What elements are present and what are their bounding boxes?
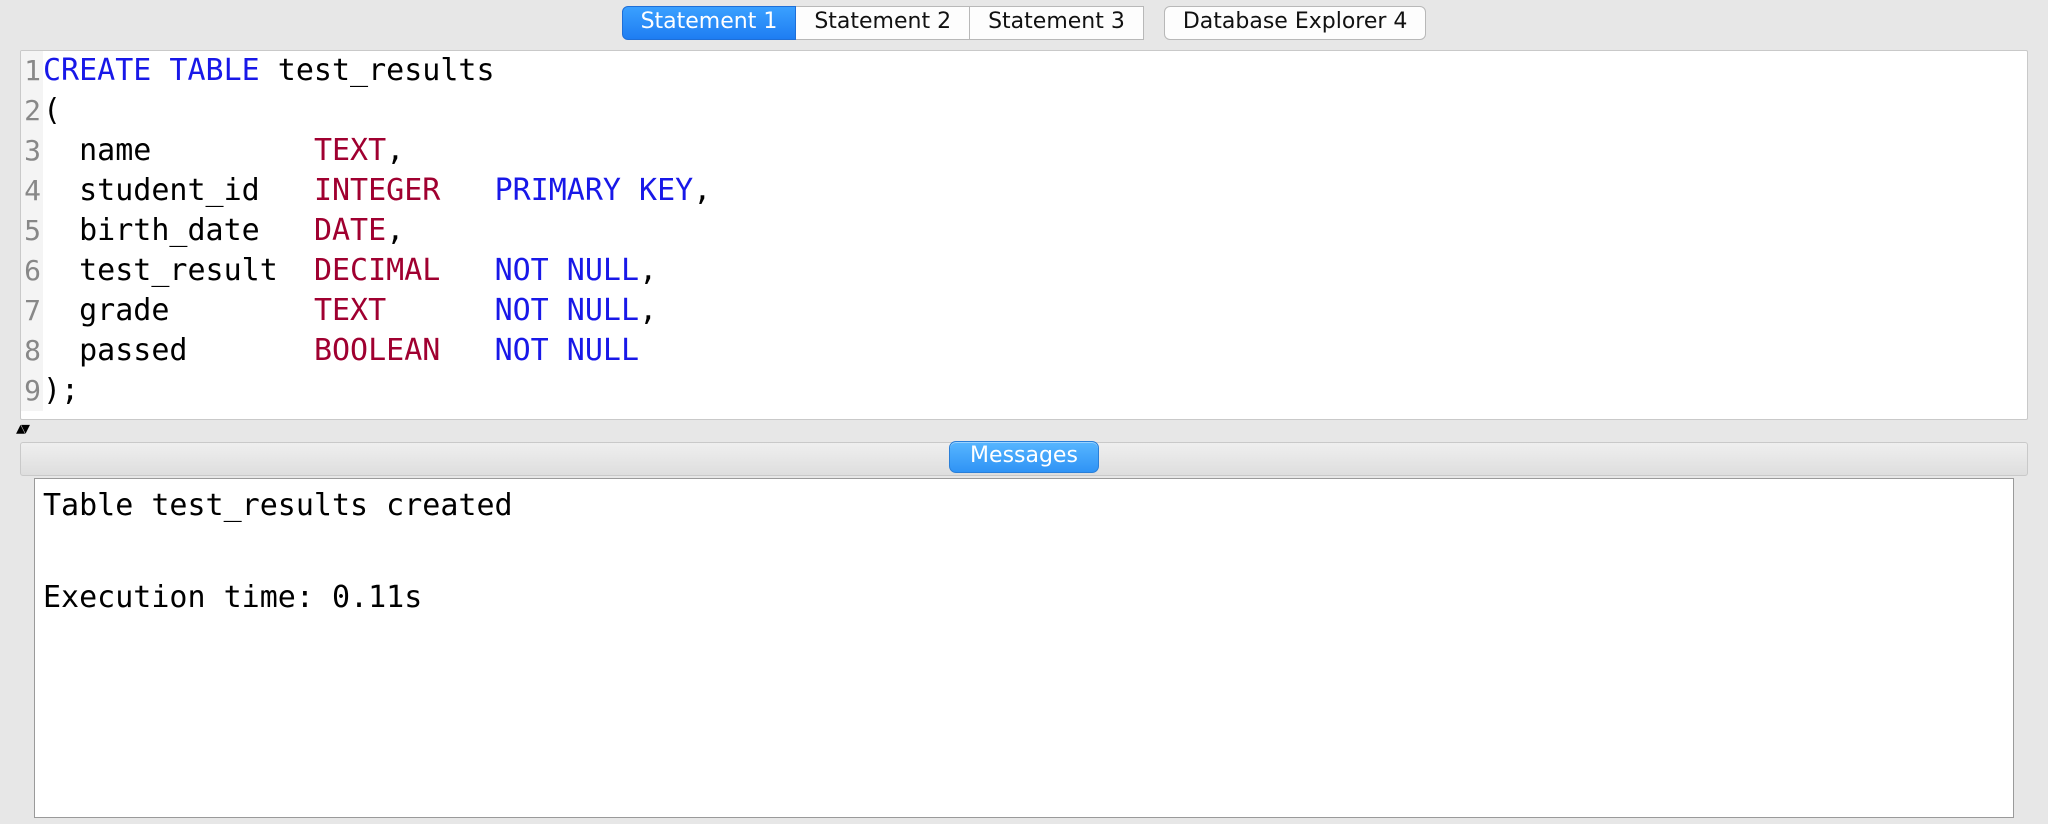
tab-statement-3[interactable]: Statement 3 xyxy=(970,6,1144,40)
line-number: 9 xyxy=(21,371,43,411)
tab-database-explorer-4[interactable]: Database Explorer 4 xyxy=(1164,6,1427,40)
token-plain: , xyxy=(386,133,404,168)
line-code[interactable]: ); xyxy=(43,371,79,411)
token-kw1: NOT NULL xyxy=(495,253,640,288)
token-plain: , xyxy=(386,213,404,248)
sql-editor-app: Statement 1 Statement 2 Statement 3 Data… xyxy=(0,0,2048,824)
sql-editor-panel[interactable]: 1CREATE TABLE test_results2(3 name TEXT,… xyxy=(20,50,2028,420)
token-kw1: CREATE TABLE xyxy=(43,53,260,88)
tab-label: Database Explorer 4 xyxy=(1183,9,1408,34)
line-number: 4 xyxy=(21,171,43,211)
tab-gap xyxy=(1144,6,1164,40)
line-number: 3 xyxy=(21,131,43,171)
line-number: 1 xyxy=(21,51,43,91)
editor-line[interactable]: 6 test_result DECIMAL NOT NULL, xyxy=(21,251,2027,291)
token-kw2: DECIMAL xyxy=(314,253,440,288)
tab-statement-2[interactable]: Statement 2 xyxy=(796,6,970,40)
line-number: 5 xyxy=(21,211,43,251)
tabbar-inner: Statement 1 Statement 2 Statement 3 Data… xyxy=(622,6,1427,40)
token-plain: , xyxy=(639,253,657,288)
line-number: 6 xyxy=(21,251,43,291)
line-number: 8 xyxy=(21,331,43,371)
token-plain xyxy=(440,333,494,368)
line-code[interactable]: birth_date DATE, xyxy=(43,211,404,251)
tab-label: Statement 2 xyxy=(814,9,951,34)
editor-line[interactable]: 8 passed BOOLEAN NOT NULL xyxy=(21,331,2027,371)
editor-line[interactable]: 4 student_id INTEGER PRIMARY KEY, xyxy=(21,171,2027,211)
token-plain: test_results xyxy=(260,53,495,88)
messages-header-bar: Messages xyxy=(20,442,2028,476)
splitter-handle[interactable]: ▴▾ xyxy=(16,424,26,434)
token-kw2: INTEGER xyxy=(314,173,440,208)
editor-line[interactable]: 1CREATE TABLE test_results xyxy=(21,51,2027,91)
line-code[interactable]: grade TEXT NOT NULL, xyxy=(43,291,657,331)
token-plain: birth_date xyxy=(43,213,314,248)
editor-line[interactable]: 9); xyxy=(21,371,2027,411)
tab-label: Statement 1 xyxy=(641,9,778,34)
tab-label: Statement 3 xyxy=(988,9,1125,34)
sql-editor[interactable]: 1CREATE TABLE test_results2(3 name TEXT,… xyxy=(21,51,2027,411)
messages-tab-button[interactable]: Messages xyxy=(949,441,1099,473)
token-plain xyxy=(440,173,494,208)
token-plain: name xyxy=(43,133,314,168)
token-plain: student_id xyxy=(43,173,314,208)
line-code[interactable]: test_result DECIMAL NOT NULL, xyxy=(43,251,657,291)
messages-output[interactable]: Table test_results created Execution tim… xyxy=(34,478,2014,818)
messages-tab-label: Messages xyxy=(970,443,1078,468)
token-plain: test_result xyxy=(43,253,314,288)
token-plain: passed xyxy=(43,333,314,368)
editor-line[interactable]: 3 name TEXT, xyxy=(21,131,2027,171)
line-code[interactable]: CREATE TABLE test_results xyxy=(43,51,495,91)
editor-line[interactable]: 2( xyxy=(21,91,2027,131)
line-code[interactable]: passed BOOLEAN NOT NULL xyxy=(43,331,639,371)
line-number: 7 xyxy=(21,291,43,331)
token-plain: ); xyxy=(43,373,79,408)
token-kw1: PRIMARY KEY xyxy=(495,173,694,208)
token-kw2: TEXT xyxy=(314,293,386,328)
editor-line[interactable]: 7 grade TEXT NOT NULL, xyxy=(21,291,2027,331)
token-kw1: NOT NULL xyxy=(495,293,640,328)
editor-line[interactable]: 5 birth_date DATE, xyxy=(21,211,2027,251)
line-code[interactable]: ( xyxy=(43,91,61,131)
token-plain xyxy=(440,253,494,288)
token-plain: grade xyxy=(43,293,314,328)
token-plain: , xyxy=(693,173,711,208)
token-plain: , xyxy=(639,293,657,328)
tab-statement-1[interactable]: Statement 1 xyxy=(622,6,797,40)
line-code[interactable]: name TEXT, xyxy=(43,131,404,171)
token-kw2: TEXT xyxy=(314,133,386,168)
token-kw2: BOOLEAN xyxy=(314,333,440,368)
tabbar: Statement 1 Statement 2 Statement 3 Data… xyxy=(0,0,2048,44)
line-code[interactable]: student_id INTEGER PRIMARY KEY, xyxy=(43,171,711,211)
line-number: 2 xyxy=(21,91,43,131)
token-plain: ( xyxy=(43,93,61,128)
token-kw1: NOT NULL xyxy=(495,333,640,368)
token-kw2: DATE xyxy=(314,213,386,248)
token-plain xyxy=(386,293,494,328)
